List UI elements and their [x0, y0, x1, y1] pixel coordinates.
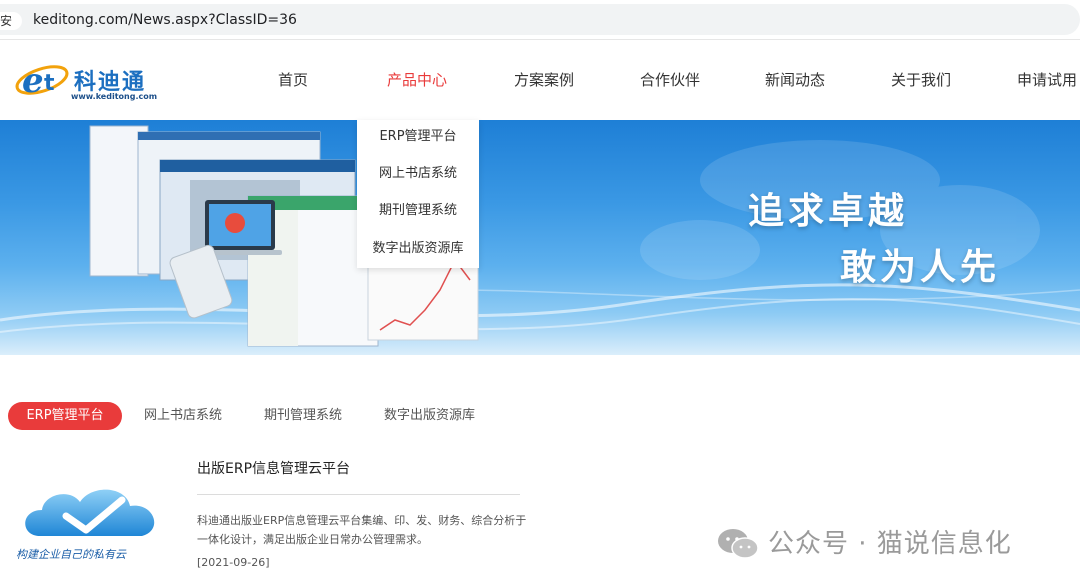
nav-solutions[interactable]: 方案案例: [514, 70, 574, 90]
article-date: [2021-09-26]: [197, 556, 270, 569]
nav-home[interactable]: 首页: [278, 70, 308, 90]
banner-slogan-line1: 追求卓越: [748, 190, 909, 232]
dropdown-item-journal-management[interactable]: 期刊管理系统: [357, 202, 479, 220]
cloud-check-icon: [25, 489, 155, 536]
nav-about[interactable]: 关于我们: [891, 70, 951, 90]
article-description: 科迪通出版业ERP信息管理云平台集编、印、发、财务、综合分析于一体化设计，满足出…: [197, 514, 527, 546]
tab-digital-publishing[interactable]: 数字出版资源库: [384, 402, 475, 430]
tab-online-bookstore[interactable]: 网上书店系统: [144, 402, 222, 430]
site-header: e t 科迪通 www.keditong.com 首页 产品中心 方案案例 合作…: [0, 40, 1080, 120]
logo-url: www.keditong.com: [71, 92, 158, 101]
url-field[interactable]: 安全 keditong.com/News.aspx?ClassID=36: [0, 4, 1080, 35]
products-dropdown-menu: ERP管理平台 网上书店系统 期刊管理系统 数字出版资源库: [357, 120, 479, 268]
article-divider: [197, 494, 520, 495]
svg-text:e: e: [22, 61, 44, 101]
nav-products[interactable]: 产品中心: [387, 70, 447, 90]
url-text[interactable]: keditong.com/News.aspx?ClassID=36: [33, 11, 297, 29]
svg-text:t: t: [44, 71, 55, 96]
watermark-text: 公众号 · 猫说信息化: [768, 529, 1012, 559]
tab-journal-management[interactable]: 期刊管理系统: [264, 402, 342, 430]
logo-icon: e t: [15, 61, 69, 101]
browser-address-bar: 安全 keditong.com/News.aspx?ClassID=36: [0, 0, 1080, 40]
tab-erp[interactable]: ERP管理平台: [8, 402, 122, 430]
thumbnail-caption: 构建企业自己的私有云: [16, 548, 126, 561]
banner-slogan-line2: 敢为人先: [840, 246, 1001, 288]
wave-lines: [0, 283, 1080, 333]
site-logo[interactable]: e t 科迪通 www.keditong.com: [14, 54, 164, 106]
nav-partners[interactable]: 合作伙伴: [640, 70, 700, 90]
secure-badge[interactable]: 安全: [0, 12, 22, 30]
article-title[interactable]: 出版ERP信息管理云平台: [197, 458, 350, 478]
dropdown-item-erp[interactable]: ERP管理平台: [357, 128, 479, 146]
dropdown-item-digital-publishing[interactable]: 数字出版资源库: [357, 240, 479, 258]
article-thumbnail[interactable]: 构建企业自己的私有云: [14, 480, 179, 566]
nav-trial[interactable]: 申请试用: [1017, 70, 1077, 90]
nav-news[interactable]: 新闻动态: [765, 70, 825, 90]
wechat-icon: [718, 529, 759, 559]
hero-banner: 追求卓越 敢为人先: [0, 120, 1080, 355]
dropdown-item-online-bookstore[interactable]: 网上书店系统: [357, 165, 479, 183]
